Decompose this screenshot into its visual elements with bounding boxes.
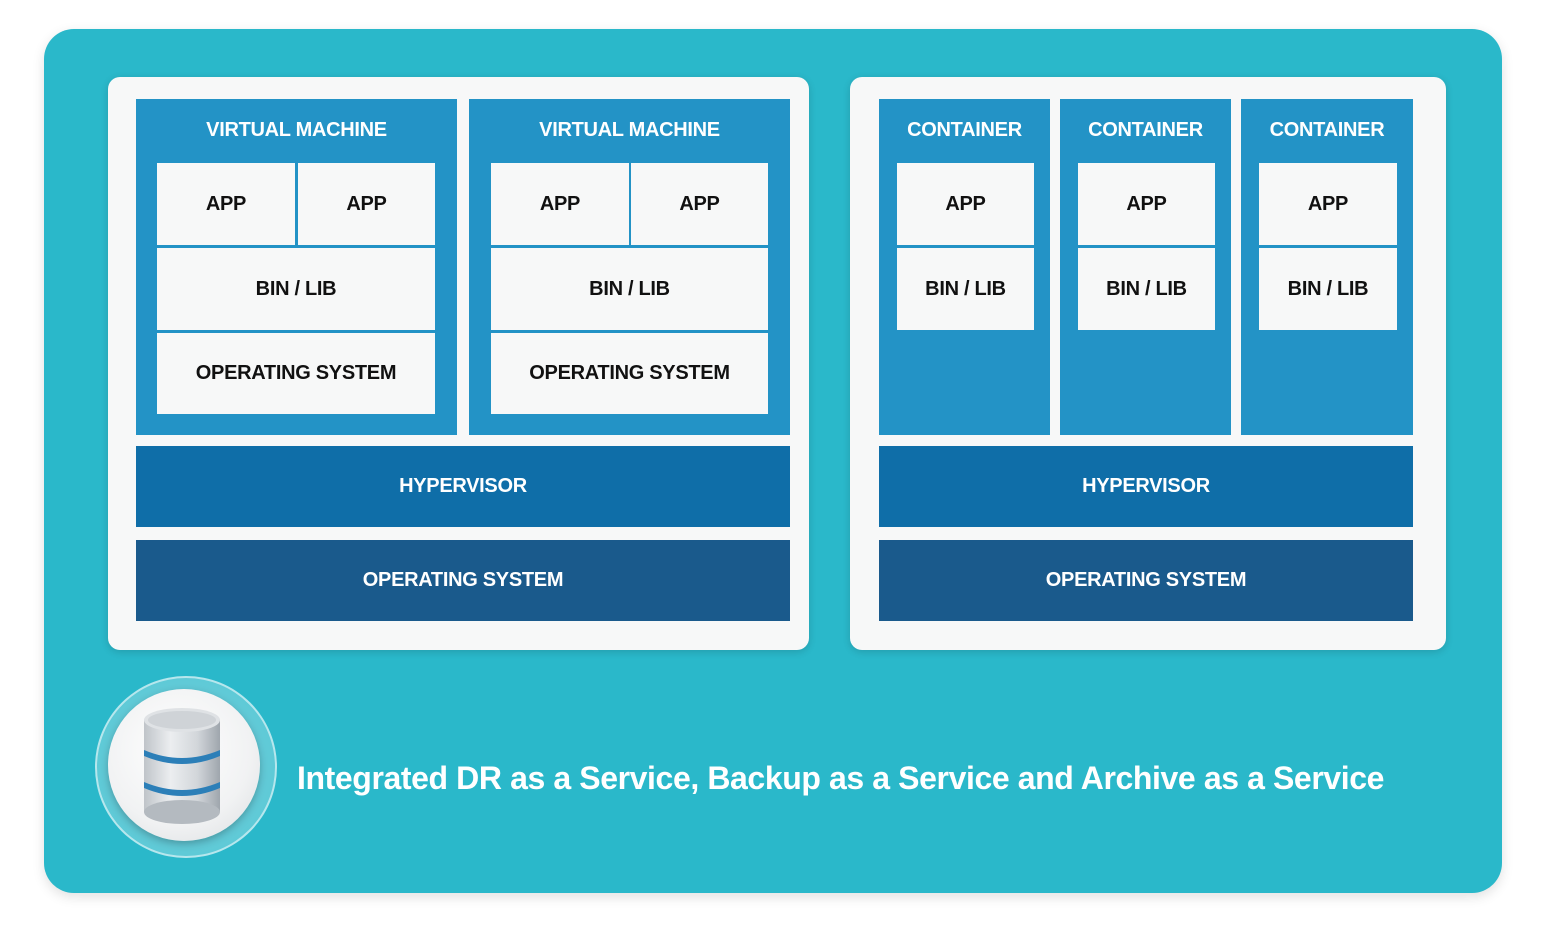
app-cell: APP — [491, 163, 629, 245]
app-cell: APP — [631, 163, 768, 245]
app-cell: APP — [157, 163, 295, 245]
bin-lib-cell: BIN / LIB — [157, 248, 435, 330]
bin-lib-cell: BIN / LIB — [1078, 248, 1215, 330]
hypervisor-layer: HYPERVISOR — [136, 446, 790, 527]
container-title: CONTAINER — [1088, 119, 1203, 141]
container-title: CONTAINER — [907, 119, 1022, 141]
vm-title: VIRTUAL MACHINE — [539, 119, 720, 141]
hypervisor-layer: HYPERVISOR — [879, 446, 1413, 527]
footer-caption: Integrated DR as a Service, Backup as a … — [297, 760, 1385, 796]
app-cell: APP — [897, 163, 1034, 245]
host-os-layer: OPERATING SYSTEM — [879, 540, 1413, 621]
app-cell: APP — [1259, 163, 1397, 245]
bin-lib-cell: BIN / LIB — [491, 248, 768, 330]
vm-title: VIRTUAL MACHINE — [206, 119, 387, 141]
bin-lib-cell: BIN / LIB — [1259, 248, 1397, 330]
host-os-layer: OPERATING SYSTEM — [136, 540, 790, 621]
database-icon — [144, 708, 220, 824]
container-title: CONTAINER — [1269, 119, 1385, 141]
bin-lib-cell: BIN / LIB — [897, 248, 1034, 330]
guest-os-cell: OPERATING SYSTEM — [157, 333, 435, 414]
guest-os-cell: OPERATING SYSTEM — [491, 333, 768, 414]
app-cell: APP — [298, 163, 435, 245]
app-cell: APP — [1078, 163, 1215, 245]
